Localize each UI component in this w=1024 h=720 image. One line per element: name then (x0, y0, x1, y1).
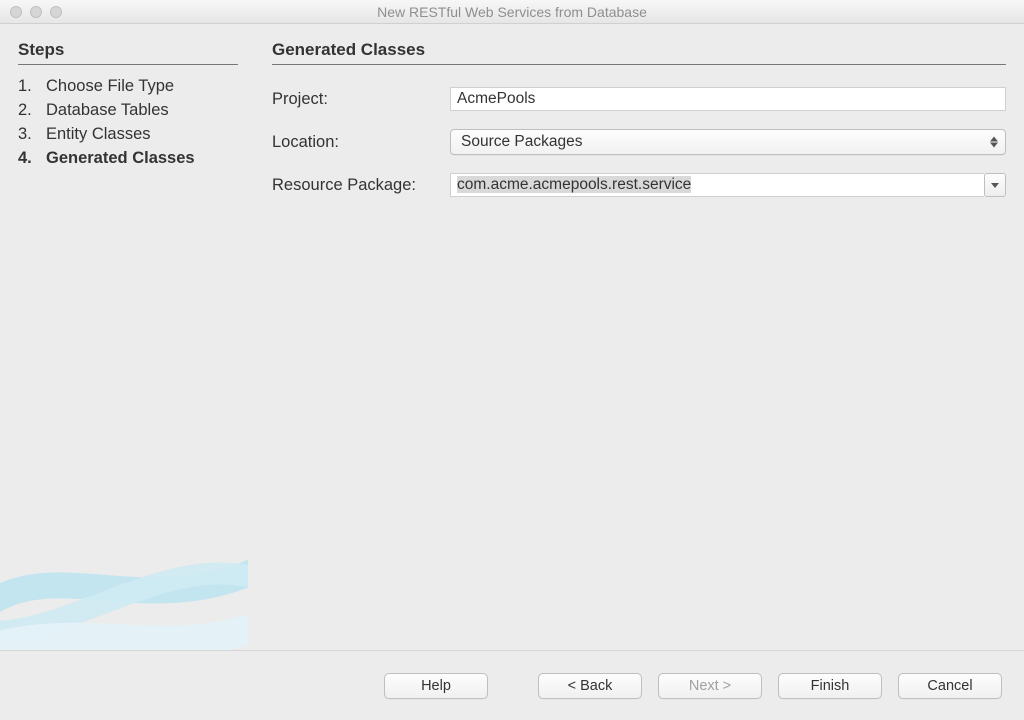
main-panel: Generated Classes Project: Location: Sou… (248, 24, 1024, 650)
back-button[interactable]: < Back (538, 673, 642, 699)
location-select[interactable]: Source Packages (450, 129, 1006, 155)
step-label: Choose File Type (46, 75, 174, 99)
chevron-down-icon (991, 183, 999, 188)
window-controls (0, 6, 62, 18)
zoom-window-icon[interactable] (50, 6, 62, 18)
cancel-button[interactable]: Cancel (898, 673, 1002, 699)
location-label: Location: (272, 133, 450, 152)
decorative-swoosh-icon (0, 470, 248, 650)
resource-package-input[interactable]: com.acme.acmepools.rest.service (450, 173, 984, 197)
wizard-window: New RESTful Web Services from Database S… (0, 0, 1024, 720)
step-item: 2. Database Tables (18, 99, 238, 123)
step-item: 1. Choose File Type (18, 75, 238, 99)
step-item: 3. Entity Classes (18, 123, 238, 147)
titlebar: New RESTful Web Services from Database (0, 0, 1024, 24)
help-button[interactable]: Help (384, 673, 488, 699)
next-button: Next > (658, 673, 762, 699)
step-label: Generated Classes (46, 147, 195, 171)
project-field[interactable] (450, 87, 1006, 111)
wizard-footer: Help < Back Next > Finish Cancel (0, 650, 1024, 720)
location-value: Source Packages (461, 133, 583, 151)
step-item-current: 4. Generated Classes (18, 147, 238, 171)
minimize-window-icon[interactable] (30, 6, 42, 18)
page-title: Generated Classes (272, 40, 1006, 65)
finish-button[interactable]: Finish (778, 673, 882, 699)
resource-package-dropdown-button[interactable] (984, 173, 1006, 197)
steps-sidebar: Steps 1. Choose File Type 2. Database Ta… (0, 24, 248, 650)
step-number: 3. (18, 123, 36, 147)
resource-package-row: Resource Package: com.acme.acmepools.res… (272, 173, 1006, 197)
window-title: New RESTful Web Services from Database (0, 4, 1024, 20)
location-row: Location: Source Packages (272, 129, 1006, 155)
resource-package-label: Resource Package: (272, 176, 450, 195)
step-label: Entity Classes (46, 123, 151, 147)
project-label: Project: (272, 90, 450, 109)
steps-heading: Steps (18, 40, 238, 65)
project-row: Project: (272, 87, 1006, 111)
close-window-icon[interactable] (10, 6, 22, 18)
step-number: 1. (18, 75, 36, 99)
step-number: 4. (18, 147, 36, 171)
steps-list: 1. Choose File Type 2. Database Tables 3… (18, 75, 238, 171)
resource-package-value: com.acme.acmepools.rest.service (457, 176, 691, 193)
content-area: Steps 1. Choose File Type 2. Database Ta… (0, 24, 1024, 650)
step-number: 2. (18, 99, 36, 123)
step-label: Database Tables (46, 99, 169, 123)
